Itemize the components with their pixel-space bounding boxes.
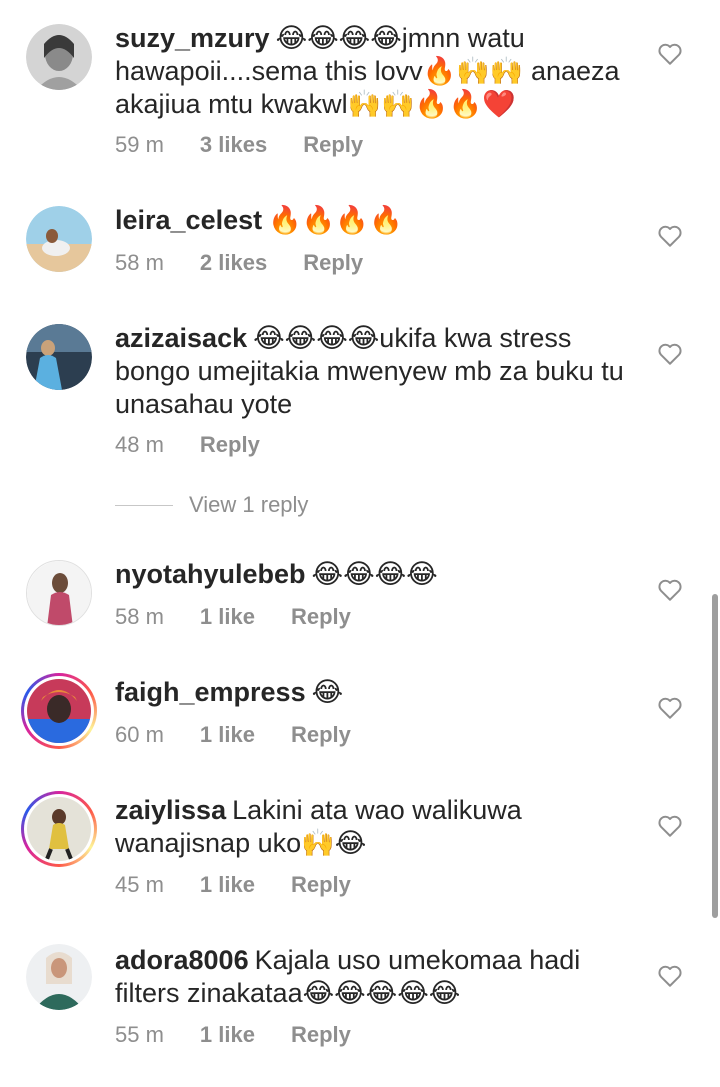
likes-count[interactable]: 1 like xyxy=(200,722,255,748)
avatar[interactable] xyxy=(26,944,92,1010)
comment-text: 🔥🔥🔥🔥 xyxy=(268,205,403,235)
reply-button[interactable]: Reply xyxy=(303,132,363,158)
comment-body: faigh_empress 😂 xyxy=(115,676,640,709)
comment-username[interactable]: zaiylissa xyxy=(115,795,226,825)
avatar[interactable] xyxy=(21,791,97,867)
comment-body: zaiylissa Lakini ata wao walikuwa wanajis… xyxy=(115,794,640,860)
comment-time: 60 m xyxy=(115,722,164,747)
comment-meta: 58 m 2 likes Reply xyxy=(115,250,399,276)
comment-username[interactable]: adora8006 xyxy=(115,945,249,975)
likes-count[interactable]: 1 like xyxy=(200,1022,255,1048)
reply-button[interactable]: Reply xyxy=(200,432,260,458)
heart-icon[interactable] xyxy=(657,578,683,602)
comment-time: 58 m xyxy=(115,250,164,275)
comment-username[interactable]: suzy_mzury xyxy=(115,23,270,53)
comment-time: 48 m xyxy=(115,432,164,457)
likes-count[interactable]: 1 like xyxy=(200,604,255,630)
comment-meta: 59 m 3 likes Reply xyxy=(115,132,399,158)
avatar[interactable] xyxy=(26,24,92,90)
reply-button[interactable]: Reply xyxy=(291,722,351,748)
avatar[interactable] xyxy=(26,206,92,272)
comment-meta: 60 m 1 like Reply xyxy=(115,722,387,748)
reply-divider xyxy=(115,504,173,506)
comment-time: 55 m xyxy=(115,1022,164,1047)
view-replies-label: View 1 reply xyxy=(189,492,309,517)
comment-username[interactable]: nyotahyulebeb xyxy=(115,559,306,589)
comment-body: leira_celest 🔥🔥🔥🔥 xyxy=(115,204,640,237)
comment-body: nyotahyulebeb 😂😂😂😂 xyxy=(115,558,640,591)
likes-count[interactable]: 3 likes xyxy=(200,132,267,158)
comment-body: azizaisack 😂😂😂😂ukifa kwa stress bongo ume… xyxy=(115,322,640,421)
comment-body: adora8006 Kajala uso umekomaa hadi filter… xyxy=(115,944,640,1010)
heart-icon[interactable] xyxy=(657,342,683,366)
comment-body: suzy_mzury 😂😂😂😂jmnn watu hawapoii....sema… xyxy=(115,22,640,121)
avatar[interactable] xyxy=(26,324,92,390)
view-replies-button[interactable]: View 1 reply xyxy=(115,492,308,518)
comment-text: 😂 xyxy=(311,677,344,707)
comment-meta: 55 m 1 like Reply xyxy=(115,1022,387,1048)
comment-username[interactable]: leira_celest xyxy=(115,205,262,235)
heart-icon[interactable] xyxy=(657,814,683,838)
comment-text: 😂😂😂😂 xyxy=(311,559,438,589)
heart-icon[interactable] xyxy=(657,964,683,988)
comment-time: 58 m xyxy=(115,604,164,629)
avatar[interactable] xyxy=(26,560,92,626)
heart-icon[interactable] xyxy=(657,696,683,720)
heart-icon[interactable] xyxy=(657,42,683,66)
comment-time: 59 m xyxy=(115,132,164,157)
reply-button[interactable]: Reply xyxy=(291,872,351,898)
reply-button[interactable]: Reply xyxy=(291,604,351,630)
comment-time: 45 m xyxy=(115,872,164,897)
comment-meta: 48 m Reply xyxy=(115,432,296,458)
reply-button[interactable]: Reply xyxy=(303,250,363,276)
comment-meta: 58 m 1 like Reply xyxy=(115,604,387,630)
scrollbar[interactable] xyxy=(712,594,718,918)
comment-username[interactable]: faigh_empress xyxy=(115,677,306,707)
comment-username[interactable]: azizaisack xyxy=(115,323,247,353)
comment-meta: 45 m 1 like Reply xyxy=(115,872,387,898)
likes-count[interactable]: 1 like xyxy=(200,872,255,898)
likes-count[interactable]: 2 likes xyxy=(200,250,267,276)
heart-icon[interactable] xyxy=(657,224,683,248)
reply-button[interactable]: Reply xyxy=(291,1022,351,1048)
avatar[interactable] xyxy=(21,673,97,749)
